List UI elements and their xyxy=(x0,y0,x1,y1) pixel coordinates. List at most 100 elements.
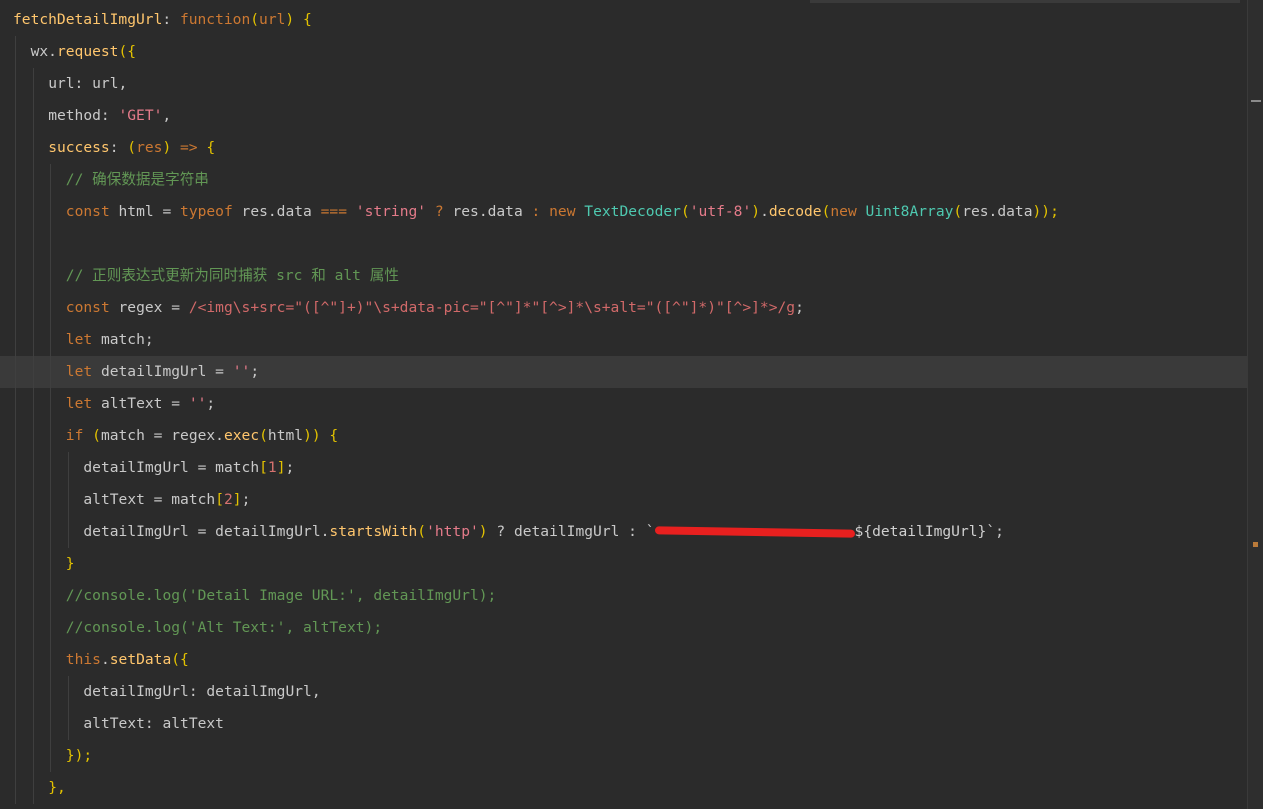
code-token: ( xyxy=(250,11,260,28)
code-token: res.data xyxy=(962,203,1033,220)
code-token: ; xyxy=(995,523,1004,540)
code-token: if xyxy=(65,427,84,444)
code-token: ; xyxy=(241,491,251,508)
code-token: : xyxy=(100,107,119,124)
redacted-url-mark xyxy=(654,526,855,538)
code-token: ? detailImgUrl : ` xyxy=(487,523,655,540)
code-token: ( xyxy=(127,139,137,156)
code-line[interactable]: url: url, xyxy=(0,68,1248,100)
code-line[interactable]: this.setData({ xyxy=(0,644,1248,676)
code-token: detailImgUrl: detailImgUrl, xyxy=(83,683,321,700)
code-token: const xyxy=(65,203,110,220)
code-token: 1 xyxy=(267,459,277,476)
code-line[interactable]: detailImgUrl = detailImgUrl.startsWith('… xyxy=(0,516,1248,548)
code-token: res.data xyxy=(232,203,321,220)
code-token: fetchDetailImgUrl xyxy=(13,11,163,28)
code-token: [ xyxy=(215,491,224,508)
code-line[interactable]: if (match = regex.exec(html)) { xyxy=(0,420,1248,452)
code-token: let xyxy=(65,395,93,412)
code-token: html = xyxy=(109,203,181,220)
code-line[interactable]: }); xyxy=(0,740,1248,772)
code-token: setData xyxy=(109,651,172,668)
code-token: : xyxy=(74,75,93,92)
code-line[interactable]: detailImgUrl: detailImgUrl, xyxy=(0,676,1248,708)
vertical-scrollbar[interactable] xyxy=(1247,0,1263,809)
code-token: TextDecoder xyxy=(584,203,681,220)
code-token: //console.log('Detail Image URL:', detai… xyxy=(65,587,497,604)
code-token: function xyxy=(179,11,251,28)
code-line[interactable]: altText = match[2]; xyxy=(0,484,1248,516)
code-line[interactable]: altText: altText xyxy=(0,708,1248,740)
code-token: url xyxy=(48,75,75,92)
code-token: , xyxy=(162,107,172,124)
code-line[interactable]: } xyxy=(0,548,1248,580)
code-token: '' xyxy=(232,363,251,380)
code-token: => xyxy=(180,139,198,156)
code-token: ({ xyxy=(118,43,137,60)
code-token: )); xyxy=(1032,203,1059,220)
code-token: /<img\s+src="([^"]+)"\s+data-pic="[^"]*"… xyxy=(188,299,796,316)
code-token: match = regex. xyxy=(100,427,224,444)
code-line[interactable]: method: 'GET', xyxy=(0,100,1248,132)
code-token: === xyxy=(320,203,347,220)
code-token: new xyxy=(830,203,857,220)
code-token: } xyxy=(65,555,75,572)
code-line[interactable]: // 正则表达式更新为同时捕获 src 和 alt 属性 xyxy=(0,260,1248,292)
code-token: altText: altText xyxy=(83,715,224,732)
code-token: ) xyxy=(751,203,761,220)
code-token: , xyxy=(118,75,128,92)
code-token: res.data xyxy=(443,203,532,220)
code-line[interactable]: wx.request({ xyxy=(0,36,1248,68)
code-line[interactable]: success: (res) => { xyxy=(0,132,1248,164)
code-token: html xyxy=(267,427,304,444)
code-token: // 确保数据是字符串 xyxy=(65,171,209,188)
code-token: ( xyxy=(417,523,427,540)
code-line[interactable]: //console.log('Detail Image URL:', detai… xyxy=(0,580,1248,612)
code-token: ( xyxy=(953,203,963,220)
code-token: Uint8Array xyxy=(865,203,954,220)
code-line[interactable]: let detailImgUrl = ''; xyxy=(0,356,1248,388)
code-token: method xyxy=(48,107,101,124)
code-line[interactable]: const html = typeof res.data === 'string… xyxy=(0,196,1248,228)
code-token: res xyxy=(136,139,163,156)
code-line[interactable]: detailImgUrl = match[1]; xyxy=(0,452,1248,484)
code-line[interactable]: let match; xyxy=(0,324,1248,356)
code-token: match; xyxy=(92,331,154,348)
code-token: ; xyxy=(206,395,216,412)
code-line[interactable]: fetchDetailImgUrl: function(url) { xyxy=(0,4,1248,36)
code-token: typeof xyxy=(180,203,233,220)
code-token: ; xyxy=(285,459,295,476)
code-token: 'utf-8' xyxy=(689,203,752,220)
code-token: regex = xyxy=(109,299,189,316)
code-token: ( xyxy=(259,427,268,444)
code-token: [ xyxy=(259,459,268,476)
code-token: }, xyxy=(48,779,66,796)
indent-guide xyxy=(67,676,69,740)
code-token: 'GET' xyxy=(118,107,163,124)
code-line[interactable]: }, xyxy=(0,772,1248,804)
code-token: : xyxy=(162,11,180,28)
code-token: const xyxy=(65,299,110,316)
indent-guide xyxy=(32,68,34,804)
code-editor[interactable]: fetchDetailImgUrl: function(url) {wx.req… xyxy=(0,0,1248,809)
code-token: ( xyxy=(83,427,101,444)
code-token: ({ xyxy=(171,651,189,668)
code-line[interactable]: const regex = /<img\s+src="([^"]+)"\s+da… xyxy=(0,292,1248,324)
code-token: success xyxy=(48,139,110,156)
code-token: exec xyxy=(223,427,260,444)
code-line[interactable]: // 确保数据是字符串 xyxy=(0,164,1248,196)
code-line[interactable]: let altText = ''; xyxy=(0,388,1248,420)
code-token: // 正则表达式更新为同时捕获 src 和 alt 属性 xyxy=(65,267,399,284)
code-line[interactable] xyxy=(0,228,1248,260)
code-token: '' xyxy=(188,395,207,412)
indent-guide xyxy=(67,452,69,548)
code-token: let xyxy=(65,331,93,348)
code-line[interactable]: //console.log('Alt Text:', altText); xyxy=(0,612,1248,644)
code-token: altText = match xyxy=(83,491,216,508)
code-token: ? xyxy=(434,203,444,220)
code-token: this xyxy=(65,651,101,668)
code-token: altText = xyxy=(92,395,189,412)
